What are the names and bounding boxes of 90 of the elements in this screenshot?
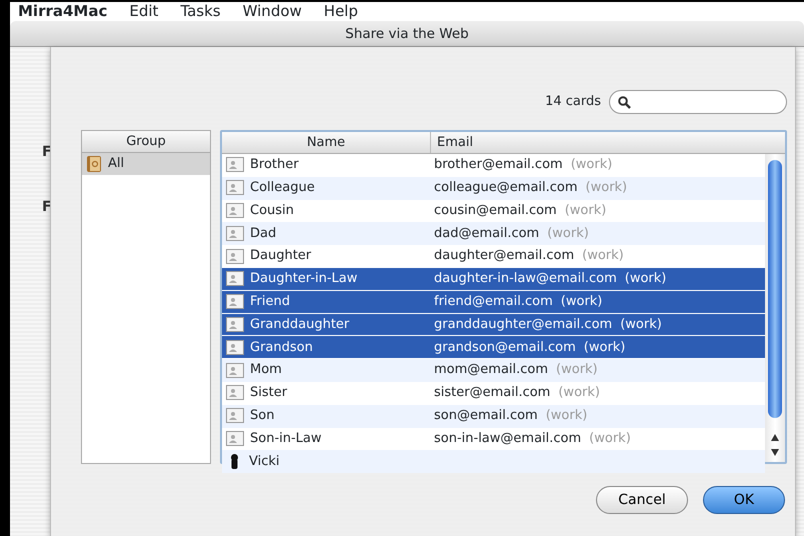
background-label: F — [42, 198, 52, 217]
contact-row[interactable]: Brother brother@email.com (work) — [222, 154, 765, 177]
contact-row[interactable]: Son-in-Law son-in-law@email.com (work) — [222, 428, 765, 450]
contact-row[interactable]: Mom mom@email.com (work) — [222, 359, 765, 382]
email-label: (work) — [586, 180, 628, 195]
contact-row[interactable]: Son son@email.com (work) — [222, 404, 765, 428]
email-label: (work) — [624, 271, 666, 286]
contact-name: Son-in-Law — [250, 430, 322, 448]
contact-name: Grandson — [250, 338, 313, 357]
email-label: (work) — [558, 385, 600, 400]
email-label: (work) — [589, 430, 631, 446]
contact-email: daughter@email.com — [434, 248, 574, 264]
contact-row[interactable]: Daughter-in-Law daughter-in-law@email.com (work) — [222, 268, 765, 291]
contact-row[interactable]: Vicki — [222, 450, 765, 474]
ok-button[interactable]: OK — [703, 486, 785, 514]
contact-name: Daughter — [250, 247, 312, 266]
search-field[interactable] — [609, 90, 787, 114]
contact-name: Granddaughter — [250, 316, 350, 334]
contact-name: Friend — [250, 292, 290, 311]
scroll-bar[interactable] — [765, 154, 785, 462]
menu-item[interactable]: Help — [324, 2, 358, 21]
contact-name: Brother — [250, 156, 299, 174]
scroll-down-arrow[interactable] — [771, 449, 779, 456]
contact-email: cousin@email.com — [434, 202, 557, 218]
contact-email: sister@email.com — [434, 385, 550, 400]
contact-email: dad@email.com — [434, 226, 540, 241]
menu-item[interactable]: Edit — [129, 2, 158, 21]
contact-name: Daughter-in-Law — [250, 270, 358, 288]
email-label: (work) — [556, 362, 598, 378]
contact-email: granddaughter@email.com — [434, 316, 612, 332]
email-label: (work) — [564, 202, 606, 218]
email-label: (work) — [620, 316, 662, 332]
contact-row[interactable]: Dad dad@email.com (work) — [222, 222, 765, 246]
address-book-icon — [86, 155, 102, 173]
contact-email: colleague@email.com — [434, 180, 578, 195]
contact-row[interactable]: Sister sister@email.com (work) — [222, 382, 765, 405]
contact-card-icon — [226, 157, 244, 172]
contact-email: brother@email.com — [434, 157, 563, 172]
contact-name: Mom — [250, 361, 282, 380]
person-icon — [231, 454, 238, 469]
app-menu[interactable]: Mirra4Mac — [18, 2, 108, 21]
card-count: 14 cards — [545, 93, 601, 112]
column-header[interactable]: Email — [430, 132, 785, 153]
contact-name: Son — [250, 406, 274, 425]
search-icon — [618, 96, 631, 108]
contact-email: son@email.com — [434, 408, 538, 423]
contact-name: Colleague — [250, 178, 315, 197]
contact-card-icon — [226, 271, 244, 286]
contact-email: grandson@email.com — [434, 340, 576, 355]
menu-item[interactable]: Tasks — [180, 2, 221, 21]
contact-email: friend@email.com — [434, 294, 553, 309]
email-label: (work) — [584, 340, 626, 355]
contact-card-icon — [226, 385, 244, 400]
contact-name: Sister — [250, 384, 288, 402]
column-header[interactable]: Group — [82, 131, 210, 152]
contact-row[interactable]: Granddaughter granddaughter@email.com (work) — [222, 314, 765, 336]
email-label: (work) — [547, 226, 589, 241]
email-label: (work) — [582, 248, 624, 264]
contact-row[interactable]: Grandson grandson@email.com (work) — [222, 336, 765, 360]
contact-row[interactable]: Friend friend@email.com (work) — [222, 290, 765, 314]
contact-card-icon — [226, 340, 244, 355]
contact-card-icon — [226, 408, 244, 424]
contact-row[interactable]: Cousin cousin@email.com (work) — [222, 200, 765, 222]
menu-item[interactable]: Window — [242, 2, 302, 21]
contact-card-icon — [226, 248, 244, 264]
email-label: (work) — [546, 408, 588, 423]
contact-email: mom@email.com — [434, 362, 548, 378]
contact-name: Dad — [250, 224, 276, 243]
email-label: (work) — [560, 294, 602, 309]
contact-name: Vicki — [249, 452, 280, 470]
contact-row[interactable]: Daughter daughter@email.com (work) — [222, 245, 765, 268]
contact-card-icon — [226, 294, 244, 310]
contact-card-icon — [226, 202, 244, 218]
window-title: Share via the Web — [10, 21, 804, 47]
contact-email: daughter-in-law@email.com — [434, 271, 617, 286]
cancel-button[interactable]: Cancel — [596, 486, 688, 514]
contact-card-icon — [226, 316, 244, 332]
contact-card-icon — [226, 362, 244, 378]
contact-card-icon — [226, 226, 244, 241]
contact-card-icon — [226, 430, 244, 446]
contact-card-icon — [226, 180, 244, 196]
scroll-up-arrow[interactable] — [771, 434, 779, 441]
contact-email: son-in-law@email.com — [434, 430, 582, 446]
group-item[interactable]: All — [82, 153, 210, 175]
scroll-thumb[interactable] — [768, 160, 782, 418]
email-label: (work) — [570, 157, 612, 172]
contact-row[interactable]: Colleague colleague@email.com (work) — [222, 176, 765, 200]
background-label: F — [42, 143, 52, 162]
column-header[interactable]: Name — [222, 132, 430, 153]
contact-name: Cousin — [250, 202, 294, 220]
